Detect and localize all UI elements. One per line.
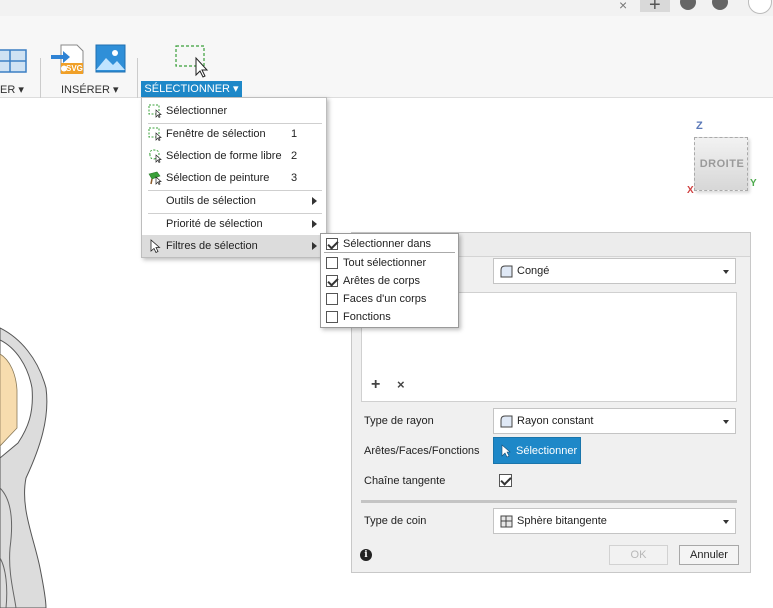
corner-type-dropdown[interactable]: Sphère bitangente bbox=[493, 508, 736, 534]
shortcut-key: 1 bbox=[291, 128, 298, 140]
help-icon[interactable] bbox=[712, 0, 728, 10]
menu-item-freeform-selection[interactable]: Sélection de forme libre 2 bbox=[142, 145, 326, 167]
select-icon bbox=[148, 104, 162, 118]
chevron-right-icon bbox=[312, 242, 317, 250]
fillet-icon bbox=[500, 265, 513, 278]
menu-item-window-selection[interactable]: Fenêtre de sélection 1 bbox=[142, 123, 326, 145]
window-select-icon bbox=[148, 127, 162, 141]
chevron-down-icon bbox=[723, 270, 729, 274]
filter-item-body-edges[interactable]: Arêtes de corps bbox=[321, 272, 458, 290]
ok-button[interactable]: OK bbox=[609, 545, 668, 565]
paint-select-icon bbox=[148, 171, 162, 185]
chevron-right-icon bbox=[312, 197, 317, 205]
view-cube-axis-y: Y bbox=[750, 178, 757, 189]
filter-item-label: Faces d'un corps bbox=[343, 293, 427, 305]
menu-item-label: Filtres de sélection bbox=[166, 240, 258, 252]
shortcut-key: 3 bbox=[291, 172, 298, 184]
view-cube-axis-z: Z bbox=[696, 120, 703, 132]
edges-faces-features-label: Arêtes/Faces/Fonctions bbox=[364, 445, 480, 457]
menu-item-label: Outils de sélection bbox=[166, 195, 256, 207]
select-window-icon[interactable] bbox=[174, 44, 210, 78]
select-dropdown-menu: Sélectionner Fenêtre de sélection 1 Séle… bbox=[141, 97, 327, 258]
menu-item-label: Fenêtre de sélection bbox=[166, 128, 266, 140]
menu-item-selection-priority[interactable]: Priorité de sélection bbox=[142, 213, 326, 235]
insert-group-label[interactable]: INSÉRER ▾ bbox=[61, 83, 118, 96]
radius-type-label: Type de rayon bbox=[364, 415, 434, 427]
radius-type-value: Rayon constant bbox=[517, 415, 594, 427]
tangent-chain-label: Chaîne tangente bbox=[364, 475, 446, 487]
filter-checkbox[interactable] bbox=[326, 238, 338, 250]
filter-checkbox[interactable] bbox=[326, 311, 338, 323]
menu-item-select[interactable]: Sélectionner bbox=[142, 100, 326, 122]
filter-checkbox[interactable] bbox=[326, 275, 338, 287]
filter-item-label: Tout sélectionner bbox=[343, 257, 427, 269]
chevron-down-icon bbox=[723, 520, 729, 524]
submenu-separator bbox=[324, 252, 455, 253]
avatar[interactable] bbox=[748, 0, 772, 14]
filter-item-features[interactable]: Fonctions bbox=[321, 308, 458, 326]
filter-item-label: Fonctions bbox=[343, 311, 391, 323]
menu-item-label: Sélection de peinture bbox=[166, 172, 270, 184]
add-icon[interactable]: + bbox=[371, 377, 380, 393]
job-status-icon[interactable] bbox=[680, 0, 696, 10]
filter-item-body-faces[interactable]: Faces d'un corps bbox=[321, 290, 458, 308]
close-tab-icon[interactable]: × bbox=[619, 0, 627, 12]
selection-filters-submenu: Sélectionner dans Tout sélectionner Arêt… bbox=[320, 233, 459, 328]
insert-image-icon[interactable] bbox=[95, 44, 127, 74]
cancel-button[interactable]: Annuler bbox=[679, 545, 739, 565]
new-tab-button[interactable] bbox=[640, 0, 670, 17]
menu-item-selection-tools[interactable]: Outils de sélection bbox=[142, 190, 326, 212]
chevron-down-icon bbox=[723, 420, 729, 424]
filter-item-select-all[interactable]: Tout sélectionner bbox=[321, 254, 458, 272]
corner-type-value: Sphère bitangente bbox=[517, 515, 607, 527]
radius-type-dropdown[interactable]: Rayon constant bbox=[493, 408, 736, 434]
shortcut-key: 2 bbox=[291, 150, 298, 162]
freeform-select-icon bbox=[149, 149, 162, 163]
dialog-divider bbox=[361, 500, 737, 503]
assemble-icon[interactable] bbox=[0, 46, 30, 74]
view-cube-face-label[interactable]: DROITE bbox=[699, 158, 745, 170]
select-edges-button[interactable]: Sélectionner bbox=[493, 437, 581, 464]
chevron-right-icon bbox=[312, 220, 317, 228]
filter-item-select-through[interactable]: Sélectionner dans bbox=[321, 235, 458, 253]
info-icon[interactable]: i bbox=[360, 549, 372, 561]
filter-checkbox[interactable] bbox=[326, 293, 338, 305]
fillet-type-dropdown[interactable]: Congé bbox=[493, 258, 736, 284]
view-cube[interactable]: DROITE bbox=[694, 137, 748, 191]
tangent-chain-checkbox[interactable] bbox=[499, 474, 512, 487]
cursor-arrow-icon bbox=[150, 239, 161, 253]
select-group-tab[interactable]: SÉLECTIONNER ▾ bbox=[141, 81, 242, 97]
menu-item-paint-selection[interactable]: Sélection de peinture 3 bbox=[142, 167, 326, 189]
menu-item-label: Priorité de sélection bbox=[166, 218, 263, 230]
view-cube-axis-x: X bbox=[687, 185, 694, 196]
filter-checkbox[interactable] bbox=[326, 257, 338, 269]
setback-corner-icon bbox=[500, 515, 513, 528]
filter-item-label: Sélectionner dans bbox=[343, 238, 432, 250]
constant-radius-icon bbox=[500, 415, 513, 428]
cursor-arrow-icon bbox=[501, 444, 511, 458]
assemble-group-label[interactable]: ER ▾ bbox=[0, 83, 24, 96]
svg-badge: SVG bbox=[66, 64, 83, 73]
corner-type-label: Type de coin bbox=[364, 515, 427, 527]
model-part[interactable] bbox=[0, 318, 60, 608]
title-bar: × bbox=[0, 0, 773, 17]
filter-item-label: Arêtes de corps bbox=[343, 275, 421, 287]
menu-item-label: Sélection de forme libre bbox=[166, 150, 282, 162]
menu-item-label: Sélectionner bbox=[166, 105, 228, 117]
fillet-type-value: Congé bbox=[517, 265, 550, 277]
select-edges-button-label: Sélectionner bbox=[516, 445, 578, 457]
remove-icon[interactable]: × bbox=[397, 378, 405, 392]
menu-item-selection-filters[interactable]: Filtres de sélection bbox=[142, 235, 326, 257]
